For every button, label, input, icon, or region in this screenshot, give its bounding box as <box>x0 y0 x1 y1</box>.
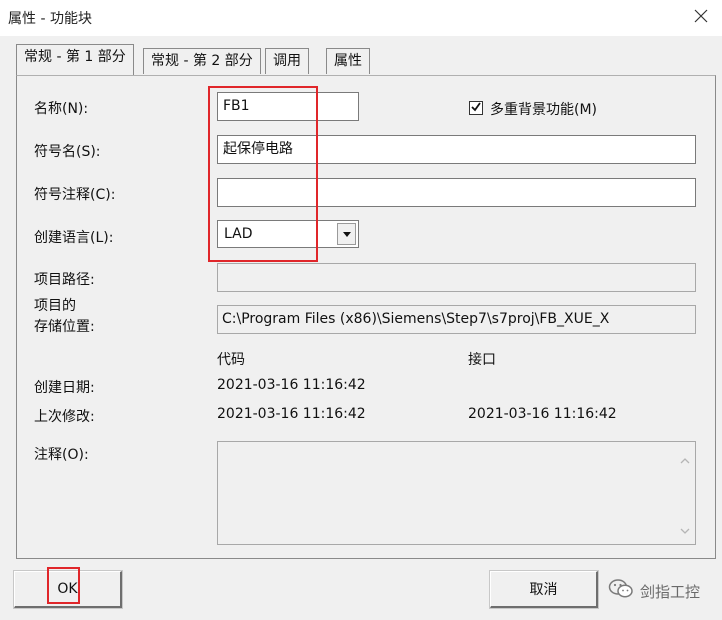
tab-attributes[interactable]: 属性 <box>326 48 370 74</box>
last-modified-label: 上次修改: <box>34 409 95 425</box>
storage-location-field: C:\Program Files (x86)\Siemens\Step7\s7p… <box>217 305 696 334</box>
interface-column-header: 接口 <box>468 352 496 368</box>
language-select[interactable]: LAD <box>217 220 359 248</box>
scroll-down-icon[interactable] <box>679 524 691 534</box>
comment-textarea[interactable] <box>217 441 696 545</box>
comment-label: 注释(O): <box>34 447 89 463</box>
tab-calls[interactable]: 调用 <box>265 48 309 74</box>
chevron-down-icon <box>342 231 351 237</box>
ok-button-label: OK <box>57 581 78 597</box>
close-button[interactable] <box>688 6 714 30</box>
tab-label: 常规 - 第 2 部分 <box>151 53 253 69</box>
language-label: 创建语言(L): <box>34 230 114 246</box>
name-field[interactable]: FB1 <box>217 92 359 121</box>
code-column-header: 代码 <box>217 352 245 368</box>
created-date-label: 创建日期: <box>34 380 95 396</box>
symbol-comment-label: 符号注释(C): <box>34 187 116 203</box>
last-modified-interface: 2021-03-16 11:16:42 <box>468 406 617 422</box>
symbol-name-field[interactable]: 起保停电路 <box>217 135 696 164</box>
name-label: 名称(N): <box>34 101 89 117</box>
dropdown-button[interactable] <box>337 223 356 245</box>
watermark: 剑指工控 <box>608 578 700 604</box>
tab-label: 调用 <box>273 53 301 69</box>
symbol-comment-field[interactable] <box>217 178 696 207</box>
cancel-button-label: 取消 <box>529 582 558 598</box>
storage-label-line1: 项目的 <box>34 298 76 314</box>
multi-instance-label: 多重背景功能(M) <box>490 102 598 118</box>
watermark-text: 剑指工控 <box>639 582 700 601</box>
project-path-field <box>217 263 696 292</box>
multi-instance-checkbox[interactable] <box>469 101 483 115</box>
wechat-icon <box>608 578 634 604</box>
language-value: LAD <box>224 226 253 242</box>
symbol-name-label: 符号名(S): <box>34 144 101 160</box>
ok-button[interactable]: OK <box>13 570 123 609</box>
tab-label: 属性 <box>334 53 362 69</box>
project-path-label: 项目路径: <box>34 272 95 288</box>
tab-general-part1[interactable]: 常规 - 第 1 部分 <box>16 44 134 75</box>
window-title: 属性 - 功能块 <box>8 11 92 27</box>
created-date-code: 2021-03-16 11:16:42 <box>217 377 366 393</box>
tab-general-part2[interactable]: 常规 - 第 2 部分 <box>143 48 261 74</box>
cancel-button[interactable]: 取消 <box>489 570 599 609</box>
tab-label: 常规 - 第 1 部分 <box>24 49 126 65</box>
title-bar: 属性 - 功能块 <box>0 0 722 36</box>
last-modified-code: 2021-03-16 11:16:42 <box>217 406 366 422</box>
checkmark-icon <box>471 100 481 116</box>
storage-label-line2: 存储位置: <box>34 319 95 335</box>
scroll-up-icon[interactable] <box>679 454 691 464</box>
close-icon <box>694 9 708 27</box>
